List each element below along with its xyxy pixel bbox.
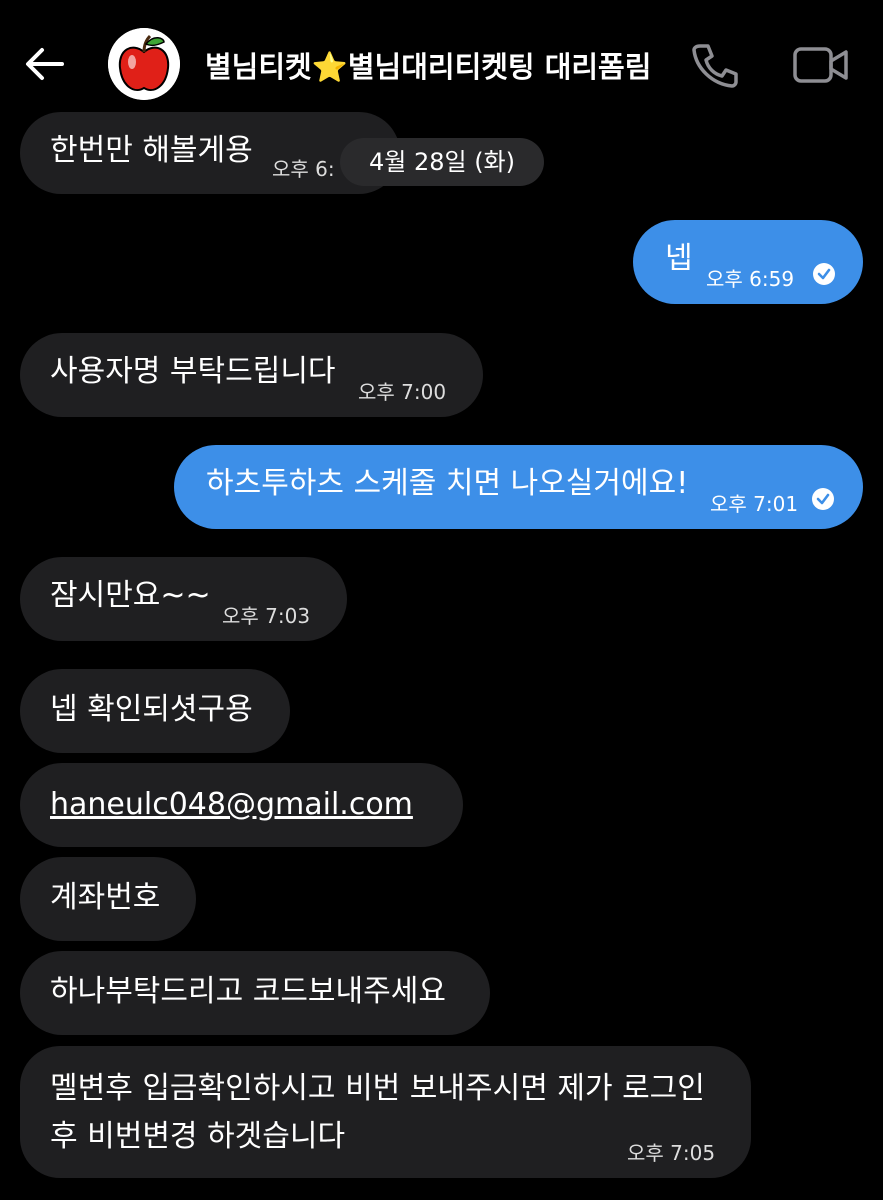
message-text: 하츠투하츠 스케줄 치면 나오실거에요! bbox=[206, 466, 689, 501]
message-bubble[interactable]: 멜변후 입금확인하시고 비번 보내주시면 제가 로그인 후 비번변경 하겟습니다… bbox=[20, 1046, 751, 1178]
message-time: 오후 7:03 bbox=[222, 604, 311, 628]
message-text: 하나부탁드리고 코드보내주세요 bbox=[50, 974, 446, 1009]
message-bubble[interactable]: 사용자명 부탁드립니다 오후 7:00 bbox=[20, 333, 483, 417]
message-bubble[interactable]: 하나부탁드리고 코드보내주세요 bbox=[20, 951, 490, 1035]
message-text: 사용자명 부탁드립니다 bbox=[50, 354, 336, 389]
message-text-line1: 멜변후 입금확인하시고 비번 보내주시면 제가 로그인 bbox=[50, 1071, 705, 1106]
message-text: 잠시만요~~ bbox=[50, 578, 211, 613]
message-bubble[interactable]: 하츠투하츠 스케줄 치면 나오실거에요! 오후 7:01 bbox=[174, 445, 863, 529]
date-divider: 4월 28일 (화) bbox=[340, 138, 544, 186]
message-bubble[interactable]: 계좌번호 bbox=[20, 857, 196, 941]
chat-header: 별님티켓⭐별님대리티켓팅 대리폼림 bbox=[0, 0, 883, 120]
back-arrow-icon[interactable] bbox=[22, 42, 66, 86]
read-check-icon bbox=[813, 263, 835, 285]
read-check-icon bbox=[812, 488, 834, 510]
message-text: 넵 확인되셧구용 bbox=[50, 692, 253, 727]
message-time: 오후 7:00 bbox=[358, 380, 447, 404]
message-time: 오후 7:01 bbox=[710, 492, 799, 516]
message-bubble[interactable]: 잠시만요~~ 오후 7:03 bbox=[20, 557, 347, 641]
message-time: 오후 6:59 bbox=[706, 267, 795, 291]
message-bubble[interactable]: 넵 확인되셧구용 bbox=[20, 669, 290, 753]
chat-title[interactable]: 별님티켓⭐별님대리티켓팅 대리폼림 bbox=[205, 44, 651, 86]
message-text: 넵 bbox=[665, 241, 693, 276]
message-text-line2: 후 비번변경 하겟습니다 bbox=[50, 1119, 346, 1154]
email-link[interactable]: haneulc048@gmail.com bbox=[50, 786, 413, 824]
message-time: 오후 6: bbox=[272, 157, 335, 181]
title-name: 별님티켓 bbox=[205, 50, 312, 84]
video-call-icon[interactable] bbox=[792, 44, 850, 86]
message-text: 한번만 해볼게용 bbox=[50, 133, 253, 168]
avatar[interactable] bbox=[108, 28, 180, 100]
message-text: 계좌번호 bbox=[50, 880, 161, 915]
apple-icon bbox=[108, 28, 180, 100]
phone-call-icon[interactable] bbox=[690, 40, 740, 88]
star-icon: ⭐ bbox=[311, 50, 348, 84]
message-bubble[interactable]: haneulc048@gmail.com bbox=[20, 763, 463, 847]
title-subtitle: 별님대리티켓팅 대리폼림 bbox=[347, 50, 652, 84]
message-time: 오후 7:05 bbox=[627, 1141, 716, 1165]
message-bubble[interactable]: 넵 오후 6:59 bbox=[633, 220, 863, 304]
